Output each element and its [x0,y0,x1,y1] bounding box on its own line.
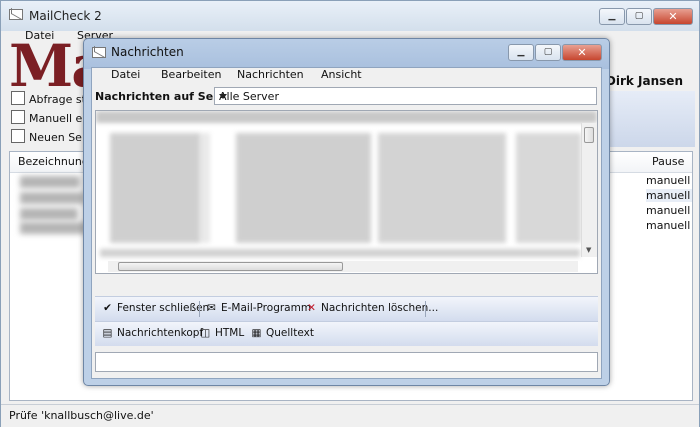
dialog-menu-nachrichten[interactable]: Nachrichten [237,68,304,81]
manual-icon [11,110,25,124]
dialog-title: Nachrichten [111,45,184,59]
close-window-button[interactable]: ✔ Fenster schließen [101,302,209,314]
dialog-menu-bearbeiten[interactable]: Bearbeiten [161,68,221,81]
new-document-icon [11,129,25,143]
toolbar-separator [425,301,426,317]
main-title-bar[interactable]: MailCheck 2 ▁ ▢ ✕ [1,1,699,31]
list-item[interactable] [20,222,86,234]
messages-dialog: Nachrichten ▁ ▢ ✕ Datei Bearbeiten Nachric… [83,38,610,386]
list-item[interactable] [100,249,580,257]
checkmark-icon: ✔ [103,302,112,314]
minimize-button[interactable]: ▁ [599,8,625,25]
email-program-button[interactable]: ✉ E-Mail-Programm [205,302,311,314]
message-list-vertical-scrollbar[interactable]: ▼ [581,123,597,257]
dialog-minimize-button[interactable]: ▁ [508,44,534,61]
list-item [200,133,210,243]
delete-icon: ✕ [307,302,316,314]
message-list[interactable]: ▼ [95,110,598,274]
status-text: Prüfe 'knallbusch@live.de' [9,409,154,422]
server-select-value: Alle Server [219,90,279,103]
pause-cell: manuell [646,219,691,232]
list-item[interactable] [20,192,84,204]
main-window-controls: ▁ ▢ ✕ [598,8,693,25]
list-item[interactable] [516,133,581,243]
document-icon: ▤ [102,327,113,339]
pause-cell: manuell [646,189,692,202]
column-header-name[interactable]: Bezeichnung [18,155,89,168]
scroll-thumb[interactable] [584,127,594,143]
chevron-down-icon [219,94,227,99]
html-button[interactable]: ◫ HTML [199,327,245,339]
dialog-maximize-button[interactable]: ▢ [535,44,561,61]
query-icon [11,91,25,105]
message-list-header [96,111,597,123]
main-toolbar-band [607,91,695,147]
list-item[interactable] [378,133,506,243]
close-button[interactable]: ✕ [653,8,693,25]
status-bar: Prüfe 'knallbusch@live.de' [1,404,699,427]
html-icon: ◫ [200,327,211,339]
dialog-body: Datei Bearbeiten Nachrichten Ansicht Nac… [91,67,602,379]
mail-icon [9,9,23,20]
dialog-window-controls: ▁ ▢ ✕ [507,44,602,61]
chevron-down-icon[interactable]: ▼ [586,246,591,254]
message-list-horizontal-scrollbar[interactable] [108,261,578,272]
list-item[interactable] [20,208,78,220]
scroll-thumb[interactable] [118,262,343,271]
message-header-button[interactable]: ▤ Nachrichtenkopf [101,327,204,339]
list-item[interactable] [236,133,371,243]
toolbar-separator [199,301,200,317]
main-window-title: MailCheck 2 [29,9,102,23]
list-item[interactable] [20,176,80,188]
source-button[interactable]: ▦ Quelltext [250,327,314,339]
envelope-icon: ✉ [207,302,216,314]
maximize-button[interactable]: ▢ [626,8,652,25]
dialog-toolbar-actions: ✔ Fenster schließen ✉ E-Mail-Programm ✕ Nac… [95,296,598,321]
pause-cell: manuell [646,174,691,187]
column-header-pause[interactable]: Pause [652,155,684,168]
dialog-menu-datei[interactable]: Datei [111,68,140,81]
delete-messages-button[interactable]: ✕ Nachrichten löschen... [305,302,438,314]
mail-icon [92,47,106,58]
pause-cell: manuell [646,204,691,217]
server-select[interactable]: Alle Server [214,87,597,105]
source-icon: ▦ [251,327,262,339]
message-preview-field[interactable] [95,352,598,372]
list-item[interactable] [110,133,200,243]
dialog-menu-ansicht[interactable]: Ansicht [321,68,362,81]
dialog-close-button[interactable]: ✕ [562,44,602,61]
dialog-toolbar-view: ▤ Nachrichtenkopf ◫ HTML ▦ Quelltext [95,321,598,346]
